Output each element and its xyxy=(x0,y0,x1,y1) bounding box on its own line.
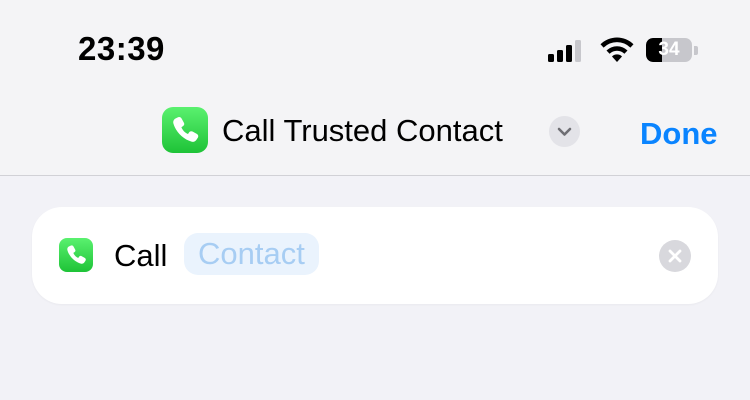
wifi-icon xyxy=(600,37,634,62)
battery-percentage: 34 xyxy=(658,39,680,60)
done-button[interactable]: Done xyxy=(640,116,718,152)
contact-parameter-token[interactable]: Contact xyxy=(184,233,319,275)
clear-icon[interactable] xyxy=(659,240,691,272)
cellular-signal-icon xyxy=(548,40,581,62)
phone-icon xyxy=(162,107,208,153)
navigation-bar: Call Trusted Contact Done xyxy=(0,90,750,176)
status-time: 23:39 xyxy=(78,30,165,67)
battery-body: 34 xyxy=(646,38,692,62)
chevron-down-icon[interactable] xyxy=(549,116,580,147)
battery-icon: 34 xyxy=(646,36,700,66)
phone-icon xyxy=(59,238,93,272)
call-action-card[interactable]: Call Contact xyxy=(32,207,718,304)
battery-cap xyxy=(694,46,698,55)
action-verb-label: Call xyxy=(114,238,168,273)
shortcut-title[interactable]: Call Trusted Contact xyxy=(222,113,503,149)
status-bar: 23:39 34 xyxy=(0,0,750,90)
